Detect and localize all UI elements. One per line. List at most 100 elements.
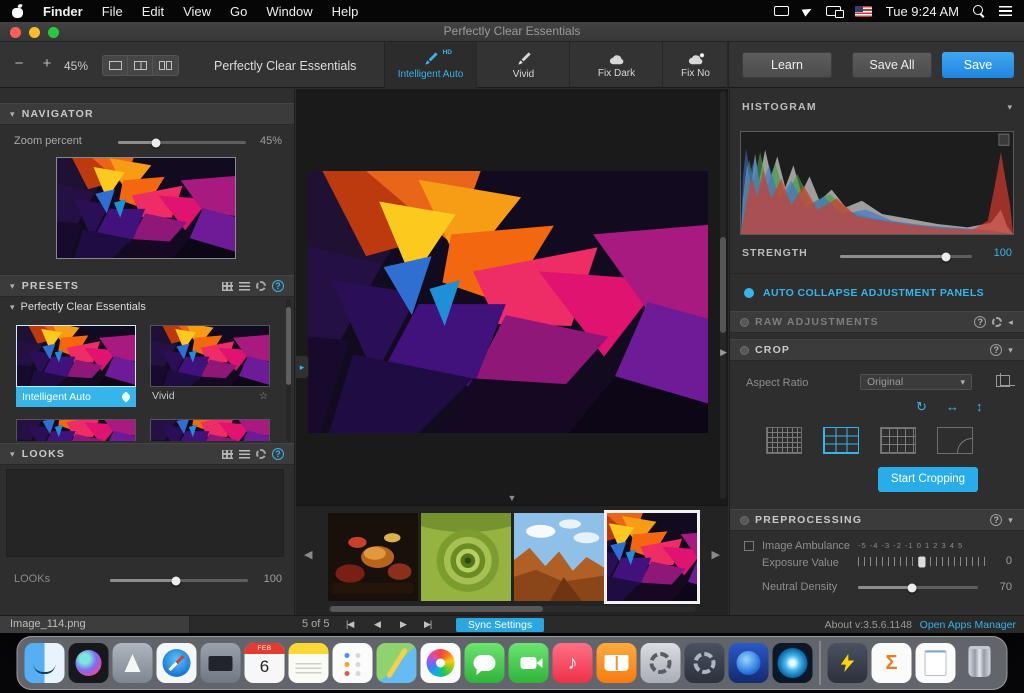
looks-slider[interactable] (110, 579, 248, 582)
menu-go[interactable]: Go (230, 4, 247, 19)
preset-thumb-partial[interactable] (16, 419, 136, 441)
help-icon[interactable]: ? (974, 316, 986, 328)
filmstrip-collapse-caret[interactable]: ▼ (508, 493, 517, 503)
expand-left-panel-tab[interactable]: ▸ (296, 355, 309, 379)
dock-icon-trash[interactable] (960, 643, 1000, 683)
dock-icon-facetime[interactable] (509, 643, 549, 683)
minimize-window-button[interactable] (29, 27, 40, 38)
grid-view-icon[interactable] (222, 282, 233, 291)
preset-thumb-vivid[interactable]: Vivid ☆ (150, 325, 270, 405)
preset-thumb-partial[interactable] (150, 419, 270, 441)
gear-icon[interactable] (256, 281, 266, 291)
filmstrip-next-icon[interactable]: ▶ (712, 548, 720, 561)
auto-collapse-toggle[interactable]: AUTO COLLAPSE ADJUSTMENT PANELS (730, 287, 1024, 299)
main-image[interactable] (308, 171, 708, 433)
crop-grid-thirds-icon[interactable] (823, 427, 859, 454)
notification-center-icon[interactable] (999, 6, 1012, 16)
filmstrip-thumb-3[interactable] (514, 513, 604, 601)
open-apps-manager-link[interactable]: Open Apps Manager (920, 619, 1016, 631)
preset-button-fix-dark[interactable]: Fix Dark (571, 42, 663, 88)
chevron-down-icon[interactable]: ▾ (1008, 515, 1014, 526)
crop-panel-header[interactable]: CROP ? ▾ (730, 339, 1024, 361)
dock-icon-perfectly-clear[interactable] (773, 643, 813, 683)
histogram-header[interactable]: HISTOGRAM ▾ (730, 101, 1024, 113)
chevron-left-icon[interactable]: ◂ (1008, 317, 1014, 328)
location-arrow-icon[interactable] (801, 5, 813, 16)
preset-thumb-intelligent-auto[interactable]: Intelligent Auto (16, 325, 136, 407)
filmstrip-scrollbar[interactable] (328, 606, 696, 612)
dock-icon-launchpad[interactable] (113, 643, 153, 683)
dock-icon-system-preferences[interactable] (641, 643, 681, 683)
image-ambulance-checkbox[interactable] (744, 541, 754, 551)
raw-adjustments-panel-header[interactable]: RAW ADJUSTMENTS ? ◂ (730, 311, 1024, 333)
strength-slider[interactable] (840, 255, 972, 258)
view-side-by-side-icon[interactable] (153, 56, 178, 75)
preset-button-fix-noise[interactable]: Fix No (664, 42, 728, 88)
help-icon[interactable]: ? (272, 280, 284, 292)
presets-panel-header[interactable]: ▾ PRESETS ? (0, 275, 294, 297)
screen-mirroring-icon[interactable] (774, 6, 789, 16)
presets-scrollbar[interactable] (286, 299, 291, 441)
neutral-density-slider[interactable] (858, 586, 978, 589)
navigator-preview-image[interactable] (56, 157, 236, 259)
dock-icon-maps[interactable] (377, 643, 417, 683)
previous-image-button[interactable]: ◀ (374, 619, 380, 630)
dock-icon-calendar[interactable]: FEB 6 (245, 643, 285, 683)
filmstrip-thumb-1[interactable] (328, 513, 418, 601)
grid-view-icon[interactable] (222, 450, 233, 459)
expand-right-panel-arrow[interactable]: ▶ (720, 347, 727, 358)
favorite-star-icon[interactable]: ☆ (259, 391, 268, 402)
image-canvas[interactable]: ▸ ▶ ▼ ◀ ▶ (296, 89, 728, 615)
rotate-icon[interactable]: ↻ (916, 399, 927, 415)
flip-vertical-icon[interactable]: ↕ (976, 399, 983, 414)
menu-help[interactable]: Help (332, 4, 359, 19)
last-image-button[interactable]: ▶| (424, 619, 431, 630)
dock-icon-downloads[interactable] (828, 643, 868, 683)
dock-icon-stats[interactable]: Σ (872, 643, 912, 683)
close-window-button[interactable] (10, 27, 21, 38)
list-view-icon[interactable] (239, 450, 250, 459)
navigator-panel-header[interactable]: ▾ NAVIGATOR (0, 103, 294, 125)
dock-icon-music[interactable]: ♪ (553, 643, 593, 683)
first-image-button[interactable]: |◀ (346, 619, 353, 630)
view-split-icon[interactable] (128, 56, 153, 75)
preprocessing-panel-header[interactable]: PREPROCESSING ? ▾ (730, 509, 1024, 531)
dock-icon-reminders[interactable] (333, 643, 373, 683)
chevron-down-icon[interactable]: ▾ (1008, 345, 1014, 356)
help-icon[interactable]: ? (990, 344, 1002, 356)
zoom-in-button[interactable]: + (38, 56, 56, 74)
displays-icon[interactable] (826, 6, 841, 16)
help-icon[interactable]: ? (990, 514, 1002, 526)
gear-icon[interactable] (256, 449, 266, 459)
next-image-button[interactable]: ▶ (400, 619, 406, 630)
exposure-value-slider[interactable] (858, 557, 986, 566)
apple-menu-icon[interactable] (12, 5, 24, 18)
zoom-percent-slider[interactable] (118, 141, 246, 144)
save-all-button[interactable]: Save All (852, 52, 932, 78)
dock-icon-messages[interactable] (465, 643, 505, 683)
gear-icon[interactable] (992, 317, 1002, 327)
crop-grid-quarters-icon[interactable] (880, 427, 916, 454)
dock-icon-books[interactable] (597, 643, 637, 683)
help-icon[interactable]: ? (272, 448, 284, 460)
preset-group-dropdown[interactable]: Perfectly Clear Essentials (214, 59, 356, 73)
dock-icon-notes[interactable] (289, 643, 329, 683)
current-filename[interactable]: Image_114.png (0, 616, 190, 633)
view-single-icon[interactable] (103, 56, 128, 75)
dock-icon-finder[interactable] (25, 643, 65, 683)
dock-icon-files[interactable] (916, 643, 956, 683)
menu-view[interactable]: View (183, 4, 211, 19)
window-titlebar[interactable]: Perfectly Clear Essentials (0, 22, 1024, 42)
menu-edit[interactable]: Edit (142, 4, 164, 19)
menubar-app-name[interactable]: Finder (43, 4, 83, 19)
crop-tool-icon[interactable] (996, 375, 1010, 387)
flip-horizontal-icon[interactable]: ↔ (946, 399, 959, 414)
menu-window[interactable]: Window (266, 4, 312, 19)
start-cropping-button[interactable]: Start Cropping (878, 467, 978, 492)
menu-file[interactable]: File (102, 4, 123, 19)
menubar-clock[interactable]: Tue 9:24 AM (886, 4, 959, 19)
preset-group-row[interactable]: ▾ Perfectly Clear Essentials (10, 301, 146, 313)
zoom-window-button[interactable] (48, 27, 59, 38)
preset-button-vivid[interactable]: Vivid (478, 42, 570, 88)
crop-grid-spiral-icon[interactable] (937, 427, 973, 454)
